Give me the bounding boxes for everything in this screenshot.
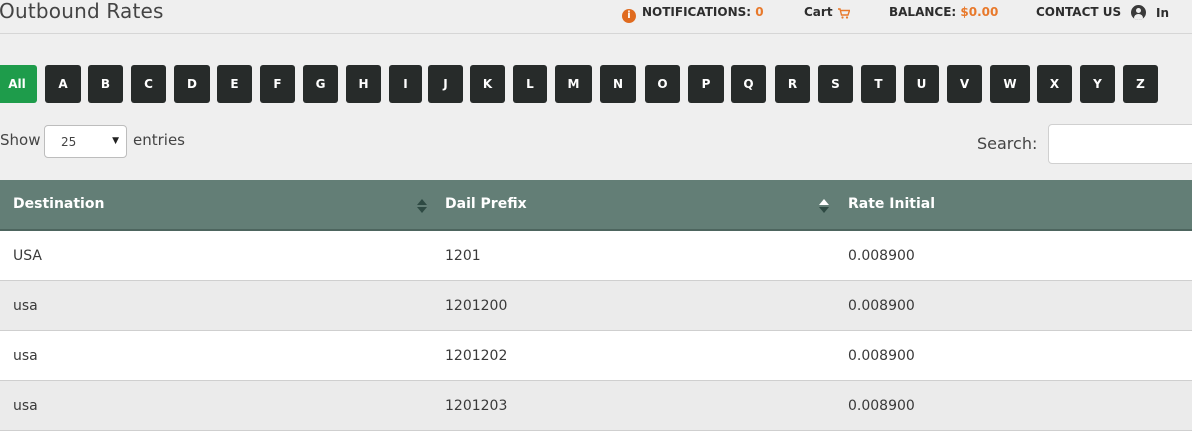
cell-dial-prefix: 1201203 <box>445 398 508 414</box>
search-input[interactable] <box>1048 124 1192 164</box>
cell-destination: USA <box>13 248 42 264</box>
sort-icon[interactable] <box>416 197 428 215</box>
filter-letter-z-button[interactable]: Z <box>1123 65 1158 103</box>
cell-dial-prefix: 1201200 <box>445 298 508 314</box>
filter-letter-a-button[interactable]: A <box>45 65 81 103</box>
caret-down-icon: ▼ <box>112 136 119 146</box>
notifications-link[interactable]: i NOTIFICATIONS: 0 <box>622 5 764 23</box>
cell-dial-prefix: 1201 <box>445 248 481 264</box>
table-row: usa 1201203 0.008900 <box>0 381 1192 431</box>
info-icon: i <box>622 9 636 23</box>
filter-letter-c-button[interactable]: C <box>131 65 166 103</box>
column-header-rate-initial[interactable]: Rate Initial <box>848 196 935 212</box>
cell-dial-prefix: 1201202 <box>445 348 508 364</box>
table-header: Destination Dail Prefix Rate Initial <box>0 180 1192 231</box>
cell-destination: usa <box>13 398 38 414</box>
search-label: Search: <box>977 134 1038 153</box>
filter-letter-y-button[interactable]: Y <box>1080 65 1115 103</box>
cell-rate-initial: 0.008900 <box>848 298 915 314</box>
show-label: Show <box>0 131 41 149</box>
table-row: usa 1201202 0.008900 <box>0 331 1192 381</box>
cart-label: Cart <box>804 5 833 19</box>
cell-rate-initial: 0.008900 <box>848 398 915 414</box>
filter-letter-i-button[interactable]: I <box>389 65 422 103</box>
filter-letter-h-button[interactable]: H <box>346 65 381 103</box>
entries-select-value: 25 <box>61 135 77 149</box>
cell-destination: usa <box>13 348 38 364</box>
filter-letter-q-button[interactable]: Q <box>731 65 766 103</box>
cell-rate-initial: 0.008900 <box>848 248 915 264</box>
column-header-destination[interactable]: Destination <box>13 196 104 212</box>
filter-letter-l-button[interactable]: L <box>513 65 547 103</box>
filter-letter-x-button[interactable]: X <box>1037 65 1072 103</box>
filter-letter-u-button[interactable]: U <box>904 65 939 103</box>
filter-letter-r-button[interactable]: R <box>775 65 810 103</box>
filter-letter-e-button[interactable]: E <box>217 65 252 103</box>
column-header-dial-prefix[interactable]: Dail Prefix <box>445 196 527 212</box>
filter-letter-t-button[interactable]: T <box>861 65 896 103</box>
filter-letter-f-button[interactable]: F <box>260 65 295 103</box>
top-bar: Outbound Rates i NOTIFICATIONS: 0 Cart BA… <box>0 0 1192 34</box>
table-body: USA 1201 0.008900 usa 1201200 0.008900 usa 1201… <box>0 231 1192 431</box>
cart-link[interactable]: Cart <box>804 5 851 22</box>
filter-letter-s-button[interactable]: S <box>818 65 853 103</box>
entries-label: entries <box>133 131 185 149</box>
sort-icon[interactable] <box>818 197 830 215</box>
filter-letter-m-button[interactable]: M <box>555 65 592 103</box>
filter-letter-g-button[interactable]: G <box>303 65 338 103</box>
notifications-count: 0 <box>755 5 764 19</box>
filter-letter-w-button[interactable]: W <box>990 65 1030 103</box>
filter-letter-j-button[interactable]: J <box>428 65 463 103</box>
filter-letter-v-button[interactable]: V <box>947 65 982 103</box>
entries-select[interactable]: 25 ▼ <box>44 125 127 158</box>
user-icon <box>1131 5 1146 20</box>
filter-letter-n-button[interactable]: N <box>600 65 636 103</box>
cell-destination: usa <box>13 298 38 314</box>
cell-rate-initial: 0.008900 <box>848 348 915 364</box>
rates-table: Destination Dail Prefix Rate Initial USA… <box>0 180 1192 431</box>
filter-letter-p-button[interactable]: P <box>688 65 724 103</box>
cart-icon <box>837 8 851 22</box>
balance-label: BALANCE: <box>889 5 957 19</box>
filter-letter-o-button[interactable]: O <box>645 65 680 103</box>
user-menu[interactable]: In <box>1131 5 1169 20</box>
table-row: USA 1201 0.008900 <box>0 231 1192 281</box>
contact-us-link[interactable]: CONTACT US <box>1036 5 1121 19</box>
notifications-label: NOTIFICATIONS: <box>642 5 752 19</box>
filter-letter-k-button[interactable]: K <box>470 65 505 103</box>
page-title: Outbound Rates <box>0 0 164 23</box>
user-label: In <box>1156 6 1170 20</box>
table-row: usa 1201200 0.008900 <box>0 281 1192 331</box>
filter-all-button[interactable]: All <box>0 65 37 103</box>
filter-letter-b-button[interactable]: B <box>88 65 123 103</box>
filter-letter-d-button[interactable]: D <box>174 65 210 103</box>
balance-value: $0.00 <box>960 5 999 19</box>
balance-display[interactable]: BALANCE: $0.00 <box>889 5 998 19</box>
